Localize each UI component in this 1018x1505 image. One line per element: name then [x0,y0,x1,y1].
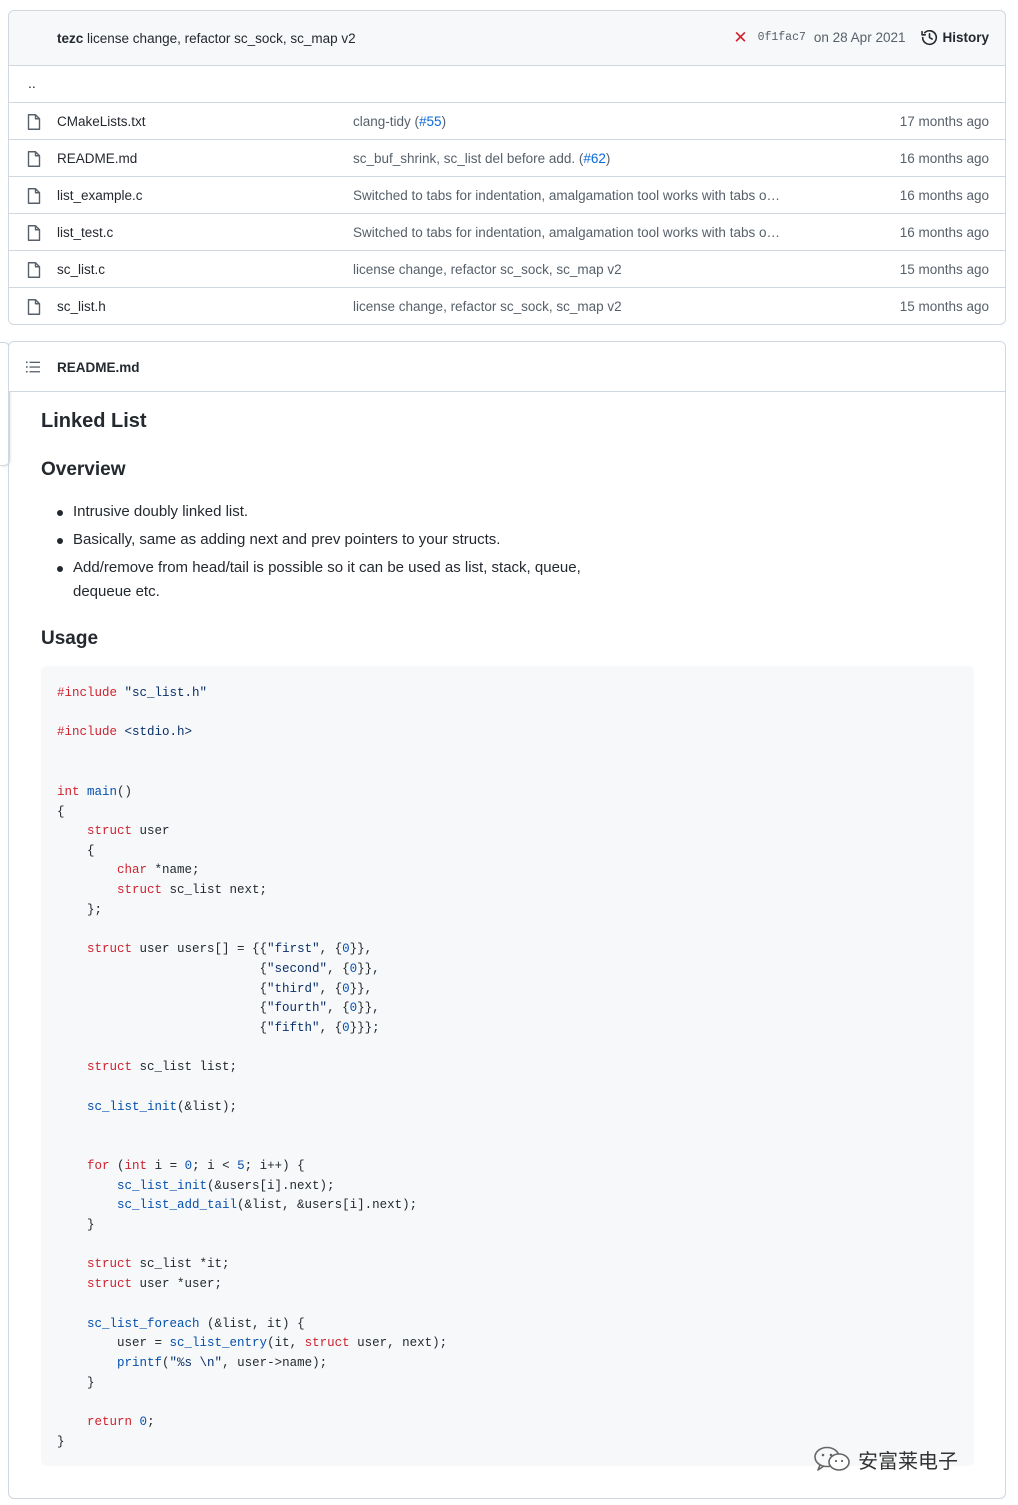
file-row[interactable]: README.md sc_buf_shrink, sc_list del befo… [9,140,1005,177]
history-icon [921,30,938,46]
readme-header: README.md [9,342,1005,392]
file-browser: tezc license change, refactor sc_sock, s… [8,10,1006,325]
file-name-link[interactable]: list_example.c [57,188,143,203]
code-line: } [57,1376,95,1390]
code-line: return 0; [87,1415,155,1429]
commit-text-tail: ) [441,114,447,129]
file-commit-message[interactable]: license change, refactor sc_sock, sc_map… [353,262,622,277]
code-line: {"third", {0}}, [57,982,373,996]
code-line: struct user *user; [87,1277,223,1291]
code-line: {"second", {0}}, [57,962,380,976]
code-line: } [57,1218,95,1232]
list-item: Add/remove from head/tail is possible so… [41,556,601,604]
commit-message-text[interactable]: license change, refactor sc_sock, sc_map… [87,31,356,46]
file-row[interactable]: list_test.c Switched to tabs for indentat… [9,214,1005,251]
commit-text: sc_buf_shrink, sc_list del before add. ( [353,151,584,166]
file-age: 16 months ago [899,188,989,203]
code-line: { [57,805,65,819]
file-icon [27,262,41,278]
commit-text: Switched to tabs for indentation, amalga… [353,188,780,203]
file-name-link[interactable]: CMakeLists.txt [57,114,146,129]
code-line: for (int i = 0; i < 5; i++) { [87,1159,305,1173]
file-commit-message[interactable]: license change, refactor sc_sock, sc_map… [353,299,622,314]
overview-list: Intrusive doubly linked list. Basically,… [41,500,601,608]
file-icon [27,225,41,241]
latest-commit-bar: tezc license change, refactor sc_sock, s… [9,11,1005,66]
list-item: Basically, same as adding next and prev … [41,528,601,552]
code-line: struct sc_list next; [117,883,268,897]
code-line: } [57,1435,65,1449]
commit-sha[interactable]: 0f1fac7 [758,31,806,44]
file-icon [27,151,41,167]
file-commit-message[interactable]: sc_buf_shrink, sc_list del before add. (… [353,151,610,166]
file-age: 16 months ago [899,151,989,166]
file-name-link[interactable]: sc_list.c [57,262,105,277]
wechat-icon [814,1446,850,1471]
code-line: sc_list_init(&users[i].next); [117,1179,335,1193]
commit-author[interactable]: tezc [57,31,83,46]
file-row[interactable]: list_example.c Switched to tabs for inden… [9,177,1005,214]
code-line: char *name; [117,863,200,877]
x-icon[interactable]: ✕ [733,29,747,46]
code-line: }; [57,903,103,917]
file-row[interactable]: sc_list.c license change, refactor sc_soc… [9,251,1005,288]
file-row[interactable]: sc_list.h license change, refactor sc_soc… [9,288,1005,324]
readme-file-label[interactable]: README.md [57,360,140,375]
code-line: int main() [57,785,133,799]
watermark: 安富莱电子 [812,1444,958,1474]
pull-request-link[interactable]: #62 [583,151,606,166]
file-age: 15 months ago [899,299,989,314]
overview-heading: Overview [41,459,126,480]
file-age: 16 months ago [899,225,989,240]
file-icon [27,299,41,315]
code-line: #include "sc_list.h" [57,686,208,700]
code-line: printf("%s \n", user->name); [117,1356,328,1370]
file-icon [27,188,41,204]
list-item: Intrusive doubly linked list. [41,500,601,524]
file-name-link[interactable]: sc_list.h [57,299,106,314]
code-line: {"fifth", {0}}}; [57,1021,380,1035]
commit-text: license change, refactor sc_sock, sc_map… [353,262,622,277]
parent-directory-row: .. [9,66,1005,103]
code-line: struct sc_list list; [87,1060,238,1074]
code-line: struct user users[] = {{"first", {0}}, [87,942,373,956]
code-block[interactable]: #include "sc_list.h" #include <stdio.h> in… [41,666,974,1466]
commit-text: license change, refactor sc_sock, sc_map… [353,299,622,314]
commit-text: clang-tidy ( [353,114,420,129]
history-button[interactable]: History [921,29,989,46]
latest-commit-message[interactable]: tezc license change, refactor sc_sock, s… [57,31,356,46]
commit-text-tail: ) [605,151,611,166]
file-row[interactable]: CMakeLists.txt clang-tidy (#55) 17 months … [9,103,1005,140]
code-line: sc_list_init(&list); [87,1100,238,1114]
code-line: {"fourth", {0}}, [57,1001,380,1015]
commit-date: on 28 Apr 2021 [813,30,906,45]
file-commit-message[interactable]: Switched to tabs for indentation, amalga… [353,188,780,203]
list-unordered-icon[interactable] [25,359,41,375]
commit-meta: ✕ 0f1fac7 on 28 Apr 2021 History [733,29,989,46]
usage-heading: Usage [41,628,99,649]
code-line: sc_list_foreach (&list, it) { [87,1317,305,1331]
readme-panel: README.md Linked List Overview Intrusive… [8,341,1006,1499]
pull-request-link[interactable]: #55 [419,114,442,129]
code-line: struct sc_list *it; [87,1257,230,1271]
watermark-text: 安富莱电子 [858,1450,958,1473]
code-line: { [57,844,95,858]
code-line: user = sc_list_entry(it, struct user, ne… [57,1336,448,1350]
file-age: 15 months ago [899,262,989,277]
file-commit-message[interactable]: clang-tidy (#55) [353,114,446,129]
code-line: sc_list_add_tail(&list, &users[i].next); [117,1198,418,1212]
file-icon [27,114,41,130]
parent-directory-link[interactable]: .. [28,75,36,91]
file-age: 17 months ago [899,114,989,129]
readme-title: Linked List [41,410,147,432]
file-commit-message[interactable]: Switched to tabs for indentation, amalga… [353,225,780,240]
file-name-link[interactable]: README.md [57,151,137,166]
commit-text: Switched to tabs for indentation, amalga… [353,225,780,240]
code-line: struct user [87,824,170,838]
code-line: #include <stdio.h> [57,725,193,739]
history-label: History [942,30,989,45]
file-name-link[interactable]: list_test.c [57,225,113,240]
